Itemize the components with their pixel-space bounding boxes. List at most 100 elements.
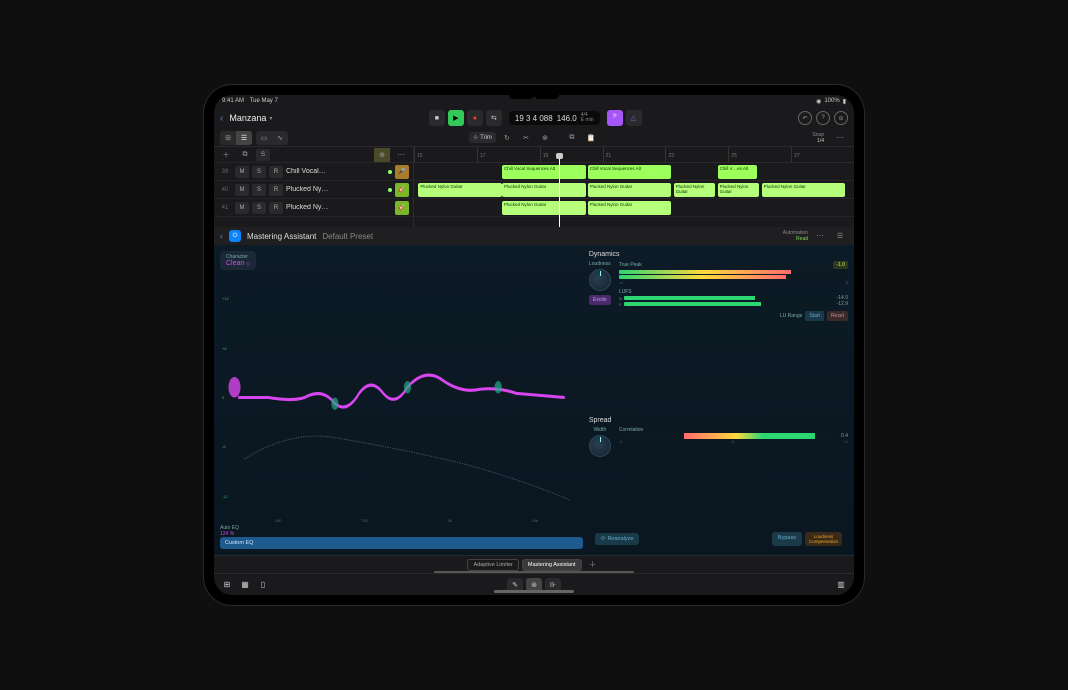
region-lane: Plucked Nylon Guitar Plucked Nylon Guita… [414, 181, 854, 199]
reanalyze-button[interactable]: ⟳Reanalyze [595, 533, 640, 545]
loop-tool[interactable]: ↻ [499, 131, 515, 145]
track-more-button[interactable]: ⋯ [393, 148, 409, 162]
midi-region[interactable]: Plucked Nylon Guitar [674, 183, 716, 197]
spread-title: Spread [589, 417, 848, 424]
solo-button[interactable]: S [252, 166, 266, 178]
plugin-more-button[interactable]: ⋯ [812, 229, 828, 243]
global-solo-button[interactable]: S [256, 149, 270, 161]
automation-view-button[interactable]: ∿ [272, 131, 288, 145]
record-arm-button[interactable]: R [269, 184, 283, 196]
add-track-button[interactable]: ＋ [218, 148, 234, 162]
audio-region[interactable]: Chill Vocal Sequences Alt [502, 165, 586, 179]
mute-button[interactable]: M [235, 202, 249, 214]
truepeak-meter [619, 270, 848, 274]
lcd-display[interactable]: 19 3 4 088 146.0 4/4 E min [509, 111, 600, 125]
plugin-slot[interactable]: Mastering Assistant [522, 559, 582, 571]
character-selector[interactable]: Character Clean ◇ [220, 251, 256, 270]
timeline[interactable]: 15 17 19 21 23 25 27 Chill Vocal Sequenc… [414, 147, 854, 227]
mixer-button[interactable]: ▦ [238, 578, 252, 592]
lu-range-label: LU Range [780, 313, 803, 319]
add-plugin-button[interactable]: ＋ [585, 559, 601, 570]
bypass-button[interactable]: Bypass [772, 532, 802, 546]
track-row[interactable]: 41 M S R Plucked Ny… 🎸 [214, 199, 413, 217]
midi-region[interactable]: Plucked Nylon Guitar [588, 201, 672, 215]
correlation-meter [619, 433, 837, 439]
ruler[interactable]: 15 17 19 21 23 25 27 [414, 147, 854, 163]
track-headers: ＋ ⧉ S ⊕ ⋯ 39 M S R Chill Vocal… 🎤 [214, 147, 414, 227]
move-tool[interactable]: ⊕ [537, 131, 553, 145]
plugin-body: Character Clean ◇ +12 +6 0 -6 -12 [214, 245, 854, 555]
keyboard-button[interactable]: ▥ [834, 578, 848, 592]
playhead[interactable] [559, 157, 560, 227]
record-arm-button[interactable]: R [269, 166, 283, 178]
copy-tool[interactable]: ⧉ [564, 131, 580, 145]
mute-button[interactable]: M [235, 166, 249, 178]
settings-button[interactable]: ⊖ [834, 111, 848, 125]
output-dot-icon [388, 188, 392, 192]
stop-button[interactable]: ■ [429, 110, 445, 126]
automation-mode[interactable]: Automation Read [783, 230, 808, 242]
solo-button[interactable]: S [252, 202, 266, 214]
width-knob[interactable] [589, 435, 611, 457]
cycle-button[interactable]: ⇆ [486, 110, 502, 126]
midi-region[interactable]: Plucked Nylon Guitar [502, 183, 586, 197]
plugin-slot[interactable]: Adaptive Limiter [467, 559, 518, 571]
midi-region[interactable]: Plucked Nylon Guitar [502, 201, 586, 215]
scissors-tool[interactable]: ✂ [518, 131, 534, 145]
help-button[interactable]: ? [816, 111, 830, 125]
home-indicator[interactable] [494, 590, 574, 593]
app-screen: ••• 9:41 AM Tue May 7 ◉ 100% ▮ ‹ Manzana… [214, 95, 854, 595]
midi-region[interactable]: Plucked Nylon Guitar [718, 183, 760, 197]
notes-button[interactable]: ▯ [256, 578, 270, 592]
midi-region[interactable]: Plucked Nylon Guitar [762, 183, 846, 197]
lu-reset-button[interactable]: Reset [827, 311, 848, 321]
metronome-button[interactable]: △ [626, 110, 642, 126]
track-row[interactable]: 40 M S R Plucked Ny… 🎸 [214, 181, 413, 199]
loudness-comp-button[interactable]: Loudness Compensation [805, 532, 842, 546]
ruler-tick: 17 [477, 147, 540, 162]
track-row[interactable]: 39 M S R Chill Vocal… 🎤 [214, 163, 413, 181]
mute-button[interactable]: M [235, 184, 249, 196]
region-lane: Chill Vocal Sequences Alt Chill Vocal Se… [414, 163, 854, 181]
lufs-s-meter [624, 302, 835, 306]
play-button[interactable]: ▶ [448, 110, 464, 126]
chevron-down-icon: ▾ [269, 115, 272, 122]
track-number: 39 [218, 169, 232, 175]
record-arm-button[interactable]: R [269, 202, 283, 214]
solo-button[interactable]: S [252, 184, 266, 196]
back-button[interactable]: ‹ [220, 113, 223, 124]
audio-region[interactable]: Chill V…es Alt [718, 165, 758, 179]
lu-start-button[interactable]: Start [805, 311, 824, 321]
plugin-power-button[interactable]: ⏻ [229, 230, 241, 242]
plugin-header: ‹ ⏻ Mastering Assistant Default Preset A… [214, 227, 854, 245]
track-name: Plucked Ny… [286, 204, 392, 211]
eq-graph[interactable]: +12 +6 0 -6 -12 10 [220, 274, 583, 521]
undo-button[interactable]: ↶ [798, 111, 812, 125]
browser-button[interactable]: ⊞ [220, 578, 234, 592]
list-view-button[interactable]: ☰ [236, 131, 252, 145]
more-button[interactable]: ⋯ [832, 131, 848, 145]
grid-view-button[interactable]: ⊞ [220, 131, 236, 145]
midi-region[interactable]: Plucked Nylon Guitar [588, 183, 672, 197]
midi-region[interactable]: Plucked Nylon Guitar [418, 183, 502, 197]
truepeak-label: True Peak [619, 262, 642, 268]
track-add-region-button[interactable]: ⊕ [374, 148, 390, 162]
plugin-menu-button[interactable]: ☰ [832, 229, 848, 243]
snap-display[interactable]: Snap 1/4 [812, 132, 824, 144]
track-icon: 🎸 [395, 183, 409, 197]
plugin-preset[interactable]: Default Preset [322, 232, 373, 241]
plugin-back-button[interactable]: ‹ [220, 231, 223, 241]
region-view-button[interactable]: ▭ [256, 131, 272, 145]
paste-tool[interactable]: 📋 [583, 131, 599, 145]
project-title[interactable]: Manzana ▾ [229, 113, 272, 123]
audio-region[interactable]: Chill Vocal Sequences Alt [588, 165, 672, 179]
loudness-knob[interactable] [589, 269, 611, 291]
dup-track-button[interactable]: ⧉ [237, 148, 253, 162]
excite-button[interactable]: Excite [589, 295, 611, 305]
count-in-button[interactable]: 𝄢 [607, 110, 623, 126]
custom-eq-button[interactable]: Custom EQ [220, 537, 583, 549]
trim-tool[interactable]: ⊹Trim [469, 132, 496, 143]
ruler-tick: 21 [603, 147, 666, 162]
record-button[interactable]: ● [467, 110, 483, 126]
region-lane: Plucked Nylon Guitar Plucked Nylon Guita… [414, 199, 854, 217]
